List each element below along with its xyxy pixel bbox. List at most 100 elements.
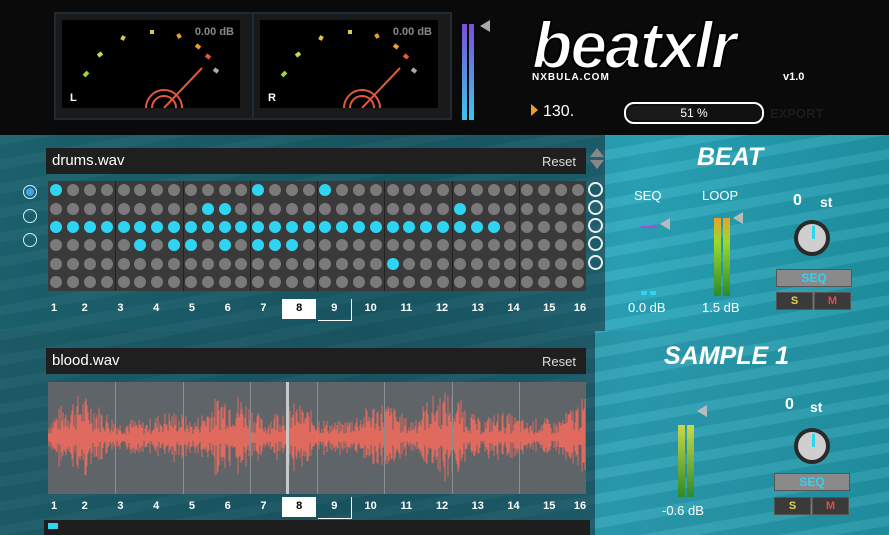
- step-number[interactable]: 16: [570, 500, 590, 512]
- step-cell[interactable]: [571, 202, 584, 215]
- step-cell[interactable]: [151, 184, 164, 197]
- step-cell[interactable]: [151, 239, 164, 252]
- sample-fader-handle[interactable]: [697, 405, 707, 417]
- step-cell[interactable]: [201, 220, 214, 233]
- step-cell[interactable]: [84, 202, 97, 215]
- step-cell[interactable]: [319, 275, 332, 288]
- step-number[interactable]: 6: [218, 500, 238, 512]
- step-cell[interactable]: [235, 184, 248, 197]
- step-cell[interactable]: [420, 184, 433, 197]
- step-cell[interactable]: [201, 184, 214, 197]
- step-cell[interactable]: [151, 257, 164, 270]
- step-number[interactable]: 5: [182, 500, 202, 512]
- step-cell[interactable]: [521, 275, 534, 288]
- step-cell[interactable]: [134, 239, 147, 252]
- step-cell[interactable]: [50, 202, 63, 215]
- step-number[interactable]: 15: [539, 302, 559, 314]
- step-number[interactable]: 16: [570, 302, 590, 314]
- step-cell[interactable]: [504, 275, 517, 288]
- step-cell[interactable]: [184, 202, 197, 215]
- pattern-up-down[interactable]: [590, 148, 604, 169]
- step-cell[interactable]: [201, 275, 214, 288]
- step-cell[interactable]: [268, 220, 281, 233]
- step-cell[interactable]: [168, 257, 181, 270]
- step-cell[interactable]: [453, 275, 466, 288]
- step-cell[interactable]: [403, 257, 416, 270]
- step-number[interactable]: 5: [182, 302, 202, 314]
- row-toggle[interactable]: [588, 236, 603, 251]
- step-cell[interactable]: [117, 275, 130, 288]
- beat-pitch-knob[interactable]: [794, 220, 830, 256]
- step-number[interactable]: 7: [253, 500, 273, 512]
- beat-reset-button[interactable]: Reset: [542, 154, 576, 169]
- step-number[interactable]: 8: [282, 497, 317, 517]
- step-cell[interactable]: [134, 220, 147, 233]
- step-cell[interactable]: [487, 184, 500, 197]
- step-cell[interactable]: [168, 220, 181, 233]
- step-cell[interactable]: [50, 220, 63, 233]
- row-select-radio[interactable]: [23, 209, 37, 223]
- step-cell[interactable]: [420, 220, 433, 233]
- step-cell[interactable]: [487, 239, 500, 252]
- step-cell[interactable]: [537, 257, 550, 270]
- step-cell[interactable]: [521, 220, 534, 233]
- step-cell[interactable]: [386, 275, 399, 288]
- step-cell[interactable]: [302, 257, 315, 270]
- step-number[interactable]: 14: [504, 500, 524, 512]
- step-cell[interactable]: [554, 202, 567, 215]
- step-cell[interactable]: [353, 257, 366, 270]
- master-level-handle[interactable]: [480, 20, 490, 32]
- step-number[interactable]: 11: [396, 500, 416, 512]
- step-cell[interactable]: [134, 275, 147, 288]
- step-cell[interactable]: [268, 257, 281, 270]
- step-cell[interactable]: [285, 275, 298, 288]
- step-cell[interactable]: [386, 220, 399, 233]
- step-cell[interactable]: [201, 257, 214, 270]
- step-cell[interactable]: [67, 202, 80, 215]
- step-cell[interactable]: [285, 257, 298, 270]
- step-cell[interactable]: [252, 275, 265, 288]
- step-cell[interactable]: [521, 184, 534, 197]
- step-cell[interactable]: [117, 220, 130, 233]
- step-cell[interactable]: [403, 275, 416, 288]
- step-number[interactable]: 4: [146, 302, 166, 314]
- step-cell[interactable]: [134, 184, 147, 197]
- step-cell[interactable]: [571, 184, 584, 197]
- step-cell[interactable]: [117, 184, 130, 197]
- step-cell[interactable]: [268, 202, 281, 215]
- row-select-radio[interactable]: [23, 185, 37, 199]
- step-cell[interactable]: [50, 184, 63, 197]
- step-number[interactable]: 11: [396, 302, 416, 314]
- step-cell[interactable]: [403, 202, 416, 215]
- step-cell[interactable]: [100, 239, 113, 252]
- step-cell[interactable]: [554, 239, 567, 252]
- step-cell[interactable]: [84, 239, 97, 252]
- step-number[interactable]: 10: [361, 500, 381, 512]
- step-cell[interactable]: [403, 220, 416, 233]
- step-cell[interactable]: [252, 184, 265, 197]
- step-cell[interactable]: [437, 275, 450, 288]
- step-cell[interactable]: [302, 220, 315, 233]
- step-cell[interactable]: [117, 202, 130, 215]
- step-cell[interactable]: [353, 275, 366, 288]
- step-cell[interactable]: [285, 202, 298, 215]
- step-cell[interactable]: [168, 202, 181, 215]
- step-cell[interactable]: [218, 239, 231, 252]
- step-cell[interactable]: [521, 239, 534, 252]
- step-cell[interactable]: [201, 239, 214, 252]
- step-cell[interactable]: [386, 202, 399, 215]
- step-cell[interactable]: [470, 220, 483, 233]
- sample-mute-button[interactable]: M: [812, 497, 849, 515]
- step-cell[interactable]: [437, 257, 450, 270]
- step-cell[interactable]: [453, 220, 466, 233]
- step-cell[interactable]: [84, 257, 97, 270]
- step-cell[interactable]: [319, 184, 332, 197]
- step-cell[interactable]: [403, 184, 416, 197]
- sample-waveform[interactable]: [48, 382, 586, 494]
- step-cell[interactable]: [521, 257, 534, 270]
- step-cell[interactable]: [67, 257, 80, 270]
- step-cell[interactable]: [84, 220, 97, 233]
- step-cell[interactable]: [235, 257, 248, 270]
- step-cell[interactable]: [302, 239, 315, 252]
- sample-pitch-knob[interactable]: [794, 428, 830, 464]
